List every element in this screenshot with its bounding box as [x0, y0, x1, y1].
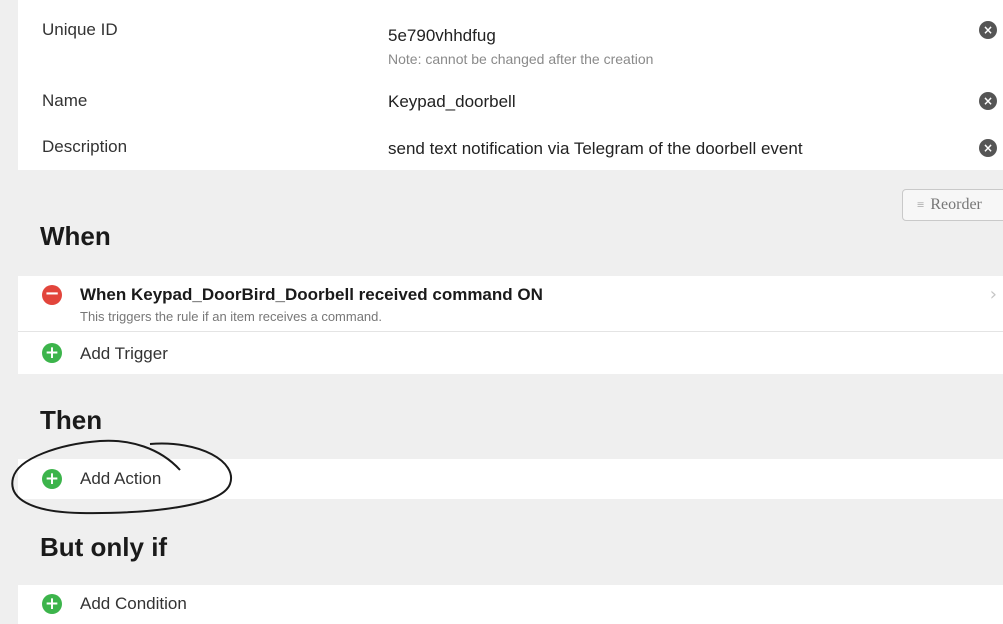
clear-icon[interactable]: × [979, 21, 997, 39]
unique-id-label: Unique ID [42, 20, 118, 39]
reorder-icon: ≡ [917, 197, 925, 212]
description-label: Description [42, 137, 128, 156]
add-condition-item[interactable]: + Add Condition [18, 585, 1003, 624]
add-icon: + [42, 343, 62, 363]
but-only-if-section-title: But only if [40, 532, 168, 562]
clear-icon[interactable]: × [979, 139, 997, 157]
add-trigger-item[interactable]: + Add Trigger [18, 332, 1003, 374]
unique-id-input[interactable]: 5e790vhhdfug [388, 26, 496, 46]
name-row: Name Keypad_doorbell × [18, 78, 1003, 126]
then-section-title: Then [40, 405, 103, 435]
trigger-subtitle: This triggers the rule if an item receiv… [80, 309, 383, 324]
add-icon: + [42, 469, 62, 489]
add-trigger-label: Add Trigger [80, 344, 168, 363]
when-section-title: When [40, 221, 111, 251]
unique-id-row: Unique ID 5e790vhhdfug Note: cannot be c… [18, 0, 1003, 79]
trigger-title: When Keypad_DoorBird_Doorbell received c… [80, 285, 543, 304]
remove-icon[interactable]: − [42, 285, 62, 305]
unique-id-note: Note: cannot be changed after the creati… [388, 51, 654, 67]
name-label: Name [42, 91, 88, 110]
description-row: Description send text notification via T… [18, 125, 1003, 170]
add-action-item[interactable]: + Add Action [18, 459, 1003, 499]
add-action-label: Add Action [80, 469, 162, 488]
clear-icon[interactable]: × [979, 92, 997, 110]
reorder-button[interactable]: ≡ Reorder [902, 189, 1003, 221]
reorder-label: Reorder [930, 196, 982, 213]
name-input[interactable]: Keypad_doorbell [388, 92, 516, 112]
chevron-right-icon: › [989, 284, 997, 305]
add-icon: + [42, 594, 62, 614]
description-input[interactable]: send text notification via Telegram of t… [388, 139, 803, 159]
trigger-item[interactable]: − When Keypad_DoorBird_Doorbell received… [18, 276, 1003, 332]
add-condition-label: Add Condition [80, 594, 187, 613]
